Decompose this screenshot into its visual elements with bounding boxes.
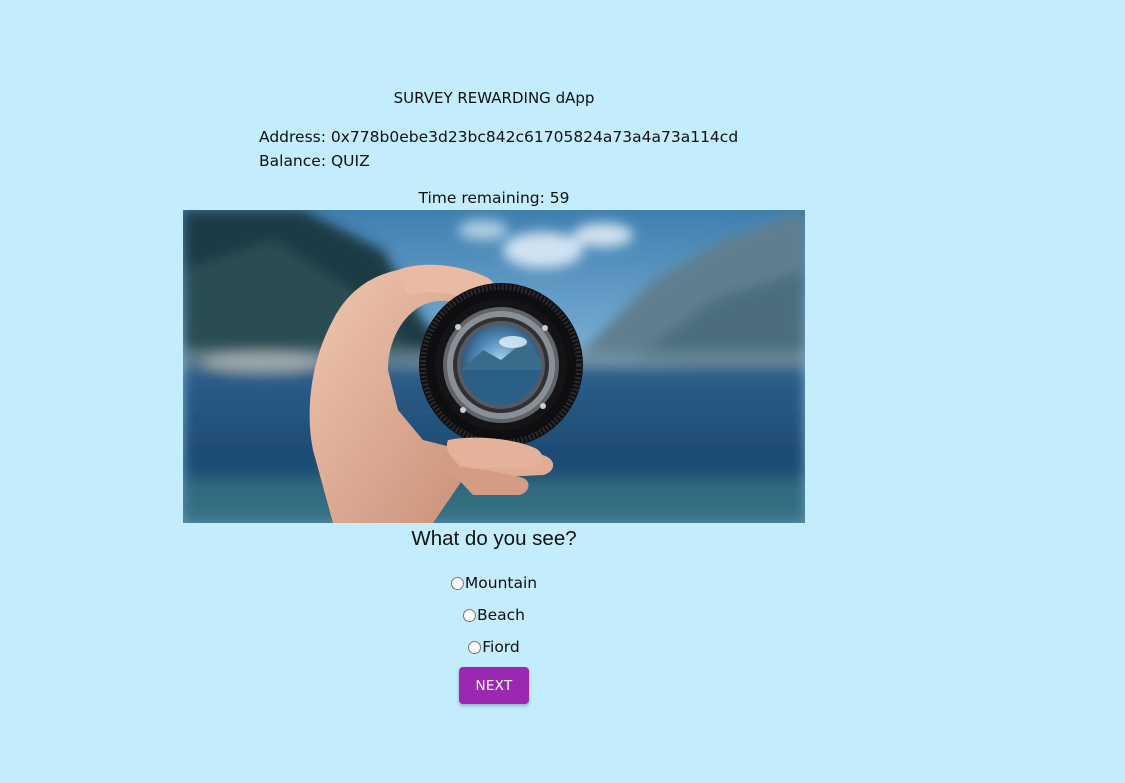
option-fiord: Fiord bbox=[183, 636, 805, 668]
balance-value: QUIZ bbox=[330, 152, 370, 170]
answer-options: Mountain Beach Fiord bbox=[183, 572, 805, 668]
balance-row: Balance: QUIZ bbox=[259, 149, 738, 173]
survey-page: SURVEY REWARDING dApp Address: 0x778b0eb… bbox=[0, 0, 1125, 783]
quiz-question: What do you see? bbox=[411, 527, 577, 550]
address-label: Address: bbox=[259, 128, 326, 146]
time-remaining-value: 59 bbox=[549, 189, 570, 207]
option-fiord-label: Fiord bbox=[482, 638, 520, 656]
option-mountain-label: Mountain bbox=[464, 574, 538, 592]
next-button-wrap: NEXT bbox=[183, 667, 805, 704]
option-beach-label-wrap[interactable]: Beach bbox=[462, 604, 525, 626]
account-info: Address: 0x778b0ebe3d23bc842c61705824a73… bbox=[259, 125, 738, 173]
option-mountain: Mountain bbox=[183, 572, 805, 604]
option-beach-label: Beach bbox=[476, 606, 525, 624]
option-beach: Beach bbox=[183, 604, 805, 636]
lens-landscape-image bbox=[183, 210, 805, 523]
option-fiord-label-wrap[interactable]: Fiord bbox=[468, 636, 520, 658]
address-row: Address: 0x778b0ebe3d23bc842c61705824a73… bbox=[259, 125, 738, 149]
option-beach-radio[interactable] bbox=[462, 608, 476, 622]
time-remaining: Time remaining: 59 bbox=[183, 188, 805, 208]
quiz-image bbox=[183, 210, 805, 523]
balance-label: Balance: bbox=[259, 152, 327, 170]
option-mountain-label-wrap[interactable]: Mountain bbox=[450, 572, 538, 594]
next-button[interactable]: NEXT bbox=[459, 667, 529, 704]
app-title: SURVEY REWARDING dApp bbox=[393, 89, 595, 107]
time-remaining-label: Time remaining: bbox=[418, 189, 545, 207]
option-mountain-radio[interactable] bbox=[450, 576, 464, 590]
option-fiord-radio[interactable] bbox=[468, 640, 482, 654]
address-value: 0x778b0ebe3d23bc842c61705824a73a4a73a114… bbox=[330, 128, 739, 146]
